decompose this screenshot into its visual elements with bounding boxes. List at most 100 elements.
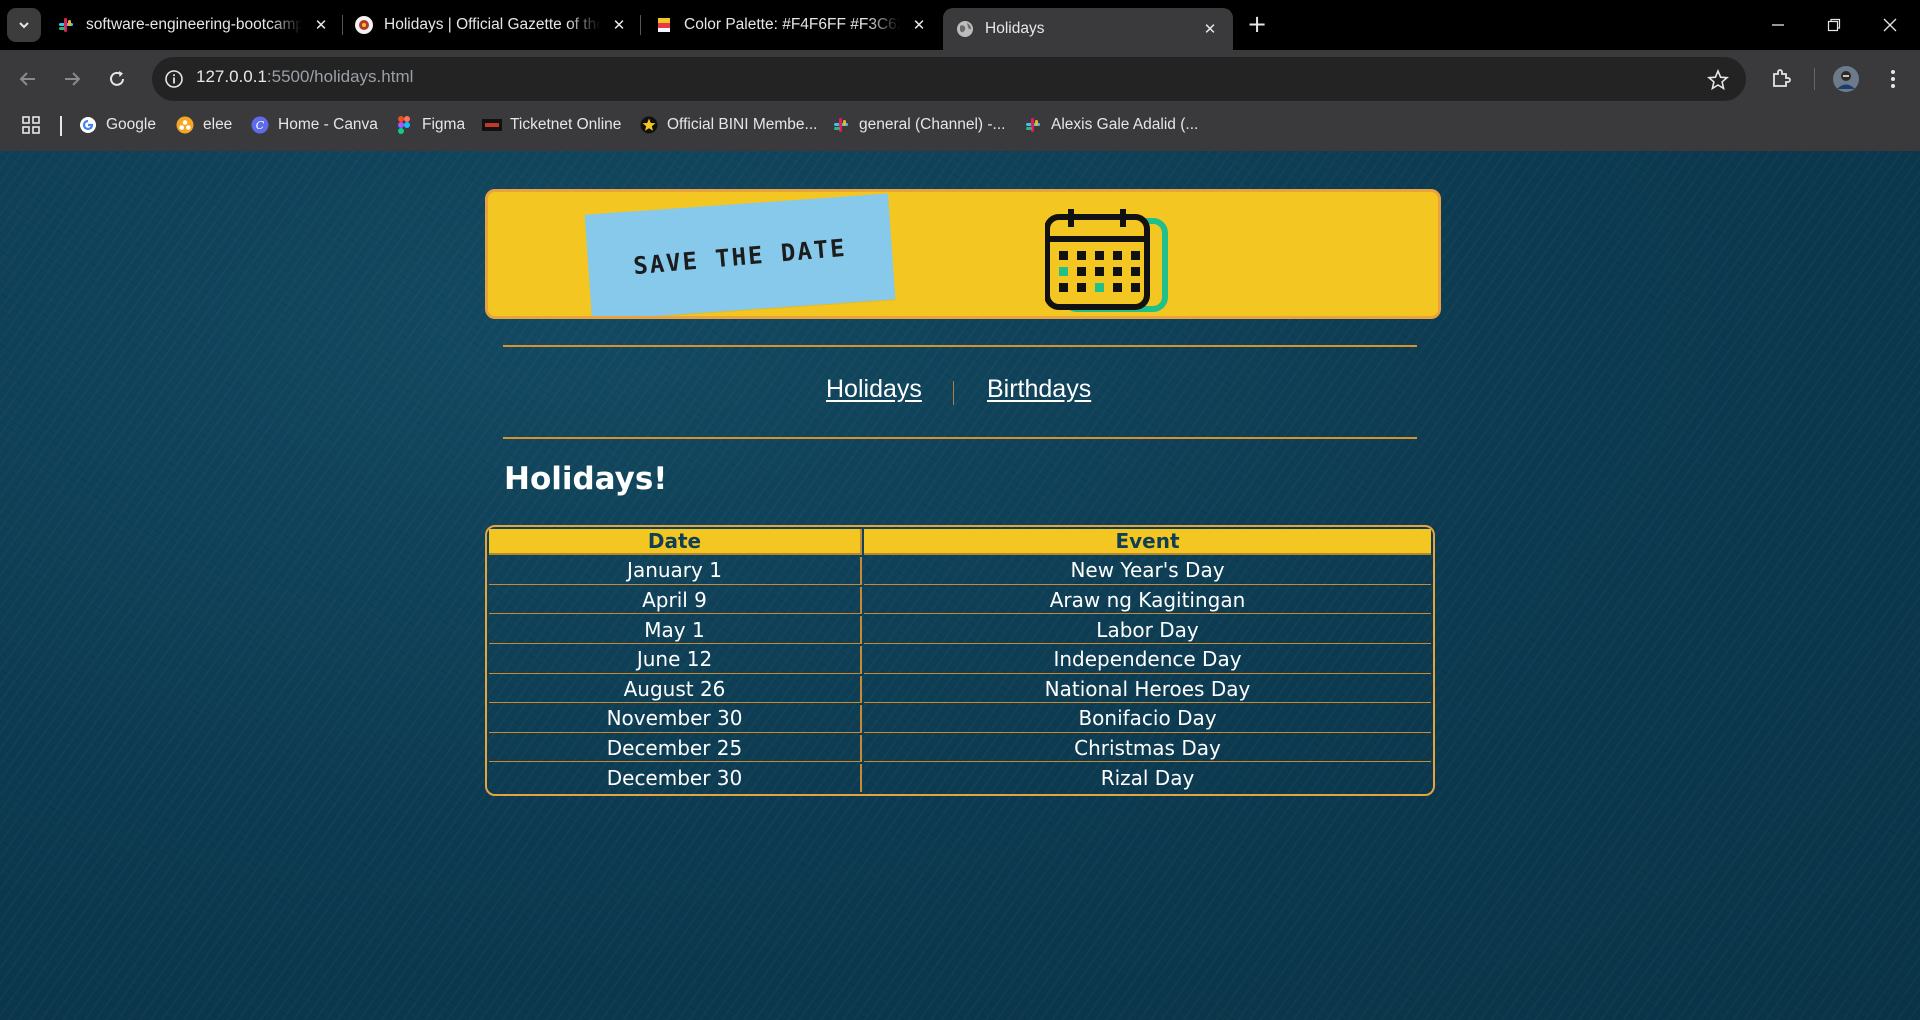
holidays-table: Date Event January 1 New Year's Day April…: [487, 527, 1433, 794]
cell-date: November 30: [489, 705, 862, 733]
tab-title: Holidays: [985, 20, 1045, 37]
tab-software-engineering[interactable]: software-engineering-bootcamp ✕: [56, 8, 332, 42]
bookmark-star-icon[interactable]: [1704, 66, 1732, 94]
cell-date: December 25: [489, 734, 862, 763]
tab-title: software-engineering-bootcamp: [86, 16, 302, 33]
bookmark-google[interactable]: Google: [78, 113, 156, 137]
close-icon[interactable]: ✕: [608, 14, 630, 36]
profile-avatar[interactable]: [1829, 62, 1863, 96]
minimize-icon: [1772, 24, 1784, 26]
google-icon: [78, 115, 98, 135]
bookmark-general-channel[interactable]: general (Channel) -...: [831, 113, 1005, 137]
toolbar-divider: [1814, 68, 1815, 90]
save-the-date-sticker: SAVE THE DATE: [584, 193, 896, 316]
tab-divider: [342, 15, 343, 35]
table-header-row: Date Event: [489, 529, 1431, 555]
bini-star-icon: [639, 115, 659, 135]
bookmark-label: Home - Canva: [278, 116, 378, 133]
bookmark-label: Figma: [422, 116, 466, 133]
canva-icon: C: [250, 115, 270, 135]
cell-date: June 12: [489, 645, 862, 674]
bookmarks-divider: [60, 116, 62, 136]
table-row: January 1 New Year's Day: [489, 557, 1431, 585]
bookmark-label: elee: [203, 116, 233, 133]
tab-title: Color Palette: #F4F6FF #F3C623: [684, 16, 900, 33]
slack-icon: [831, 115, 851, 135]
globe-icon: [955, 19, 975, 39]
new-tab-button[interactable]: +: [1244, 12, 1270, 38]
figma-icon: [394, 115, 414, 135]
tab-title: Holidays | Official Gazette of the Repub…: [384, 16, 600, 33]
restore-icon: [1827, 18, 1841, 32]
table-row: December 25 Christmas Day: [489, 734, 1431, 763]
gazette-seal-icon: [354, 15, 374, 35]
bottom-divider-line: [503, 437, 1417, 439]
arrow-right-icon: [65, 72, 81, 86]
bookmark-label: Ticketnet Online: [510, 116, 622, 133]
extensions-button[interactable]: [1764, 62, 1798, 96]
tab-holidays-active[interactable]: Holidays ✕: [943, 8, 1233, 50]
cell-event: Independence Day: [864, 646, 1431, 674]
elee-icon: [175, 115, 195, 135]
bookmark-elee[interactable]: elee: [175, 113, 232, 137]
restore-button[interactable]: [1806, 0, 1862, 50]
nav-link-holidays[interactable]: Holidays: [826, 375, 922, 404]
bookmark-label: Google: [106, 116, 156, 133]
close-icon[interactable]: ✕: [1199, 18, 1221, 40]
cell-event: New Year's Day: [864, 557, 1431, 585]
url-path: :5500/holidays.html: [266, 67, 414, 86]
sticker-text: SAVE THE DATE: [632, 233, 848, 281]
bookmark-ticketnet[interactable]: Ticketnet Online: [482, 113, 621, 137]
tab-divider: [640, 15, 641, 35]
bookmark-bini[interactable]: Official BINI Membe...: [639, 113, 817, 137]
cell-event: Bonifacio Day: [864, 705, 1431, 733]
cell-date: January 1: [489, 557, 862, 585]
tab-official-gazette[interactable]: Holidays | Official Gazette of the Repub…: [354, 8, 630, 42]
apps-grid-icon: [21, 115, 41, 135]
slack-icon: [56, 15, 76, 35]
table-row: December 30 Rizal Day: [489, 764, 1431, 792]
table-row: April 9 Araw ng Kagitingan: [489, 586, 1431, 615]
minimize-button[interactable]: [1750, 0, 1806, 50]
cell-event: Labor Day: [864, 616, 1431, 644]
close-icon[interactable]: ✕: [310, 14, 332, 36]
bookmark-label: Official BINI Membe...: [667, 116, 818, 133]
column-header-event: Event: [864, 529, 1431, 555]
reload-icon: [110, 71, 124, 86]
nav-link-birthdays[interactable]: Birthdays: [987, 375, 1091, 404]
reload-button[interactable]: [99, 61, 135, 97]
table-row: May 1 Labor Day: [489, 616, 1431, 644]
cell-date: August 26: [489, 675, 862, 704]
bookmark-canva[interactable]: C Home - Canva: [250, 113, 378, 137]
url-text[interactable]: 127.0.0.1:5500/holidays.html: [196, 67, 413, 87]
close-icon[interactable]: ✕: [908, 14, 930, 36]
apps-button[interactable]: [21, 113, 49, 137]
tab-color-palette[interactable]: Color Palette: #F4F6FF #F3C623 ✕: [654, 8, 930, 42]
calendar-icon: [1045, 209, 1168, 312]
cell-event: National Heroes Day: [864, 676, 1431, 704]
bookmark-figma[interactable]: Figma: [394, 113, 465, 137]
arrow-left-icon: [19, 72, 35, 86]
ticketnet-icon: [482, 115, 502, 135]
cell-date: December 30: [489, 764, 862, 792]
bookmark-alexis[interactable]: Alexis Gale Adalid (...: [1023, 113, 1198, 137]
cell-date: May 1: [489, 616, 862, 644]
slack-icon: [1023, 115, 1043, 135]
table-row: June 12 Independence Day: [489, 645, 1431, 674]
forward-button[interactable]: [54, 61, 90, 97]
tab-search-button[interactable]: [7, 8, 41, 42]
close-window-button[interactable]: [1862, 0, 1918, 50]
cell-event: Rizal Day: [1100, 766, 1195, 791]
page-nav: Holidays Birthdays: [0, 375, 1920, 411]
cell-event: Christmas Day: [864, 735, 1431, 763]
avatar-icon: [1833, 66, 1859, 92]
palette-icon: [654, 15, 674, 35]
table-row: August 26 National Heroes Day: [489, 675, 1431, 704]
site-info-icon[interactable]: [161, 66, 187, 92]
back-button[interactable]: [10, 61, 46, 97]
save-the-date-banner: SAVE THE DATE: [485, 189, 1441, 319]
bookmark-label: Alexis Gale Adalid (...: [1051, 116, 1199, 133]
kebab-menu-icon: [1891, 70, 1895, 88]
bookmark-label: general (Channel) -...: [859, 116, 1006, 133]
browser-menu-button[interactable]: [1876, 62, 1910, 96]
